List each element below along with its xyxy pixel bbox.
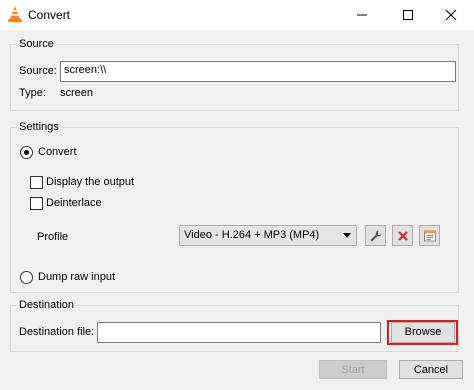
browse-highlight [387, 320, 458, 345]
window-title: Convert [28, 8, 71, 22]
close-button[interactable] [428, 0, 474, 30]
minimize-button[interactable] [339, 0, 385, 30]
settings-group-title: Settings [17, 121, 61, 133]
settings-group: Settings Convert Display the output Dein… [10, 121, 459, 293]
close-icon [445, 9, 457, 21]
delete-profile-button[interactable] [392, 225, 413, 246]
destination-group-title: Destination [17, 299, 77, 311]
profile-selected-value: Video - H.264 + MP3 (MP4) [184, 229, 320, 241]
source-group: Source Source: screen:\\ Type: screen [10, 38, 459, 111]
edit-profile-button[interactable] [365, 225, 386, 246]
source-field[interactable]: screen:\\ [60, 61, 456, 82]
cancel-button[interactable]: Cancel [399, 360, 463, 379]
dump-raw-radio[interactable] [20, 271, 33, 284]
source-label: Source: [19, 65, 57, 77]
convert-label[interactable]: Convert [38, 146, 77, 158]
delete-icon [398, 231, 408, 241]
destination-group: Destination Destination file: Browse [10, 299, 459, 352]
vlc-cone-icon [7, 5, 23, 23]
destination-file-input[interactable] [97, 322, 381, 343]
display-output-label[interactable]: Display the output [46, 176, 134, 188]
maximize-icon [403, 10, 413, 20]
source-group-title: Source [17, 38, 56, 50]
new-profile-button[interactable] [419, 225, 440, 246]
destination-file-label: Destination file: [19, 326, 95, 338]
minimize-icon [357, 14, 367, 16]
deinterlace-checkbox[interactable] [30, 197, 43, 210]
profile-label: Profile [37, 231, 69, 243]
new-profile-icon [424, 230, 436, 242]
title-bar: Convert [0, 0, 474, 30]
type-value: screen [60, 87, 94, 99]
wrench-icon [370, 230, 382, 242]
deinterlace-label[interactable]: Deinterlace [46, 197, 102, 209]
chevron-down-icon [343, 233, 351, 238]
start-button[interactable]: Start [319, 360, 387, 379]
convert-radio[interactable] [20, 146, 33, 159]
maximize-button[interactable] [385, 0, 431, 30]
dump-raw-label[interactable]: Dump raw input [38, 271, 115, 283]
display-output-checkbox[interactable] [30, 176, 43, 189]
profile-select[interactable]: Video - H.264 + MP3 (MP4) [179, 225, 357, 246]
type-label: Type: [19, 87, 46, 99]
